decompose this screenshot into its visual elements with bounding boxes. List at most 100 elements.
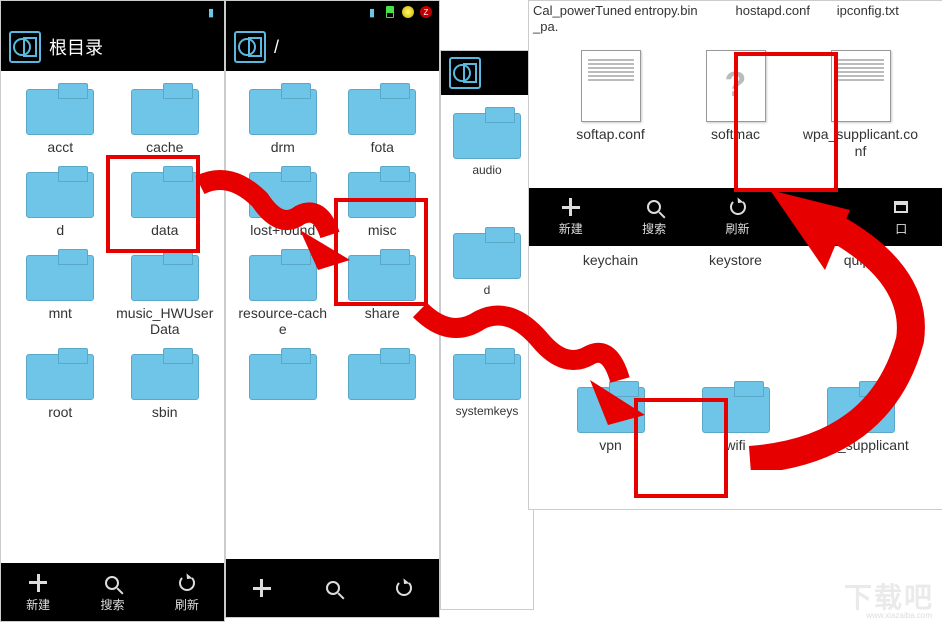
bottom-toolbar: 新建 搜索 刷新 视 口 [529, 188, 942, 246]
new-button[interactable]: 新建 [559, 196, 583, 237]
file-label: hostapd.conf [736, 3, 837, 34]
folder-icon [453, 227, 521, 279]
folder-partial[interactable] [234, 344, 332, 408]
folder-icon [249, 166, 317, 218]
file-wpa-supplicant[interactable]: wpa_supplicant.conf [799, 46, 922, 164]
file-manager-panel-misc: audio d systemkeys [440, 50, 534, 610]
file-label: wpa_supplicant.conf [801, 126, 920, 160]
path-title: / [274, 37, 279, 58]
folder-data[interactable]: data [114, 162, 217, 243]
folder-label: quipc [844, 252, 877, 269]
button-label: 搜索 [100, 596, 124, 613]
folder-label: wifi [725, 437, 745, 454]
folder-systemkeys[interactable]: systemkeys [449, 344, 525, 422]
folder-icon [131, 83, 199, 135]
folder-quipc-label[interactable]: quipc [799, 248, 922, 273]
bottom-toolbar: 新建 搜索 刷新 [1, 563, 224, 621]
folder-vpn[interactable]: vpn [549, 377, 672, 458]
header [441, 51, 533, 95]
button-label: 新建 [26, 596, 50, 613]
folder-label: fota [371, 139, 394, 156]
folder-icon [702, 381, 770, 433]
status-bar: ▮ [1, 1, 224, 23]
notif-red-icon: Z [419, 5, 433, 19]
folder-d[interactable]: d [9, 162, 112, 243]
app-logo-icon[interactable] [234, 31, 266, 63]
folder-grid: audio d systemkeys [441, 95, 533, 609]
folder-audio[interactable]: audio [449, 103, 525, 181]
folder-partial2[interactable] [334, 344, 432, 408]
file-label: Cal_powerTuned_pa. [533, 3, 634, 34]
folder-d[interactable]: d [449, 223, 525, 301]
folder-root[interactable]: root [9, 344, 112, 425]
folder-icon [348, 249, 416, 301]
folder-sbin[interactable]: sbin [114, 344, 217, 425]
button-label: 视 [814, 220, 826, 237]
folder-grid-row: keychain keystore quipc [529, 246, 942, 372]
signal-icon: ▮ [204, 5, 218, 19]
app-logo-icon[interactable] [9, 31, 41, 63]
folder-icon [577, 381, 645, 433]
folder-icon [827, 381, 895, 433]
folder-music[interactable]: music_HWUserData [114, 245, 217, 343]
watermark-url: www.xiazaiba.com [866, 611, 932, 620]
search-icon [101, 572, 123, 594]
folder-label: vpn [599, 437, 622, 454]
refresh-button[interactable] [393, 577, 415, 599]
refresh-button[interactable]: 刷新 [175, 572, 199, 613]
folder-label: misc [368, 222, 397, 239]
folder-cache[interactable]: cache [114, 79, 217, 160]
view-button[interactable]: 视 [809, 196, 831, 237]
folder-keychain-label[interactable]: keychain [549, 248, 672, 273]
file-softmac[interactable]: softmac [674, 46, 797, 164]
search-button[interactable]: 搜索 [642, 196, 666, 237]
refresh-button[interactable]: 刷新 [726, 196, 750, 237]
folder-drm[interactable]: drm [234, 79, 332, 160]
search-button[interactable] [322, 577, 344, 599]
folder-icon [26, 348, 94, 400]
new-button[interactable]: 新建 [26, 572, 50, 613]
folder-label: drm [271, 139, 295, 156]
folder-icon [249, 348, 317, 400]
path-title: 根目录 [49, 34, 103, 60]
folder-label: keystore [709, 252, 762, 269]
folder-label: acct [47, 139, 73, 156]
folder-acct[interactable]: acct [9, 79, 112, 160]
refresh-icon [393, 577, 415, 599]
folder-label: sbin [152, 404, 178, 421]
status-bar: ▯ ▮ Z [226, 1, 439, 23]
grid-icon [809, 196, 831, 218]
file-label: softap.conf [576, 126, 645, 143]
folder-icon [249, 83, 317, 135]
folder-label: wpa_supplicant [812, 437, 909, 454]
refresh-icon [727, 196, 749, 218]
watermark: 下载吧 [844, 576, 934, 616]
folder-label: data [151, 222, 178, 239]
folder-rescache[interactable]: resource-cache [234, 245, 332, 343]
search-button[interactable]: 搜索 [100, 572, 124, 613]
folder-label: resource-cache [236, 305, 330, 339]
folder-keystore-label[interactable]: keystore [674, 248, 797, 273]
device-icon: ▯ [347, 5, 361, 19]
button-label: 刷新 [175, 596, 199, 613]
folder-label: lost+found [250, 222, 315, 239]
new-button[interactable] [251, 577, 273, 599]
folder-wpa-supp[interactable]: wpa_supplicant [799, 377, 922, 458]
folder-label: audio [472, 163, 501, 177]
folder-icon [131, 348, 199, 400]
folder-mnt[interactable]: mnt [9, 245, 112, 343]
textfile-icon [581, 50, 641, 122]
folder-icon [453, 107, 521, 159]
folder-icon [26, 166, 94, 218]
search-icon [322, 577, 344, 599]
folder-label: music_HWUserData [116, 305, 215, 339]
folder-misc[interactable]: misc [334, 162, 432, 243]
folder-wifi[interactable]: wifi [674, 377, 797, 458]
folder-share[interactable]: share [334, 245, 432, 343]
folder-fota[interactable]: fota [334, 79, 432, 160]
file-softap[interactable]: softap.conf [549, 46, 672, 164]
folder-icon [26, 83, 94, 135]
window-button[interactable]: 口 [890, 196, 912, 237]
app-logo-icon[interactable] [449, 57, 481, 89]
folder-lostfound[interactable]: lost+found [234, 162, 332, 243]
